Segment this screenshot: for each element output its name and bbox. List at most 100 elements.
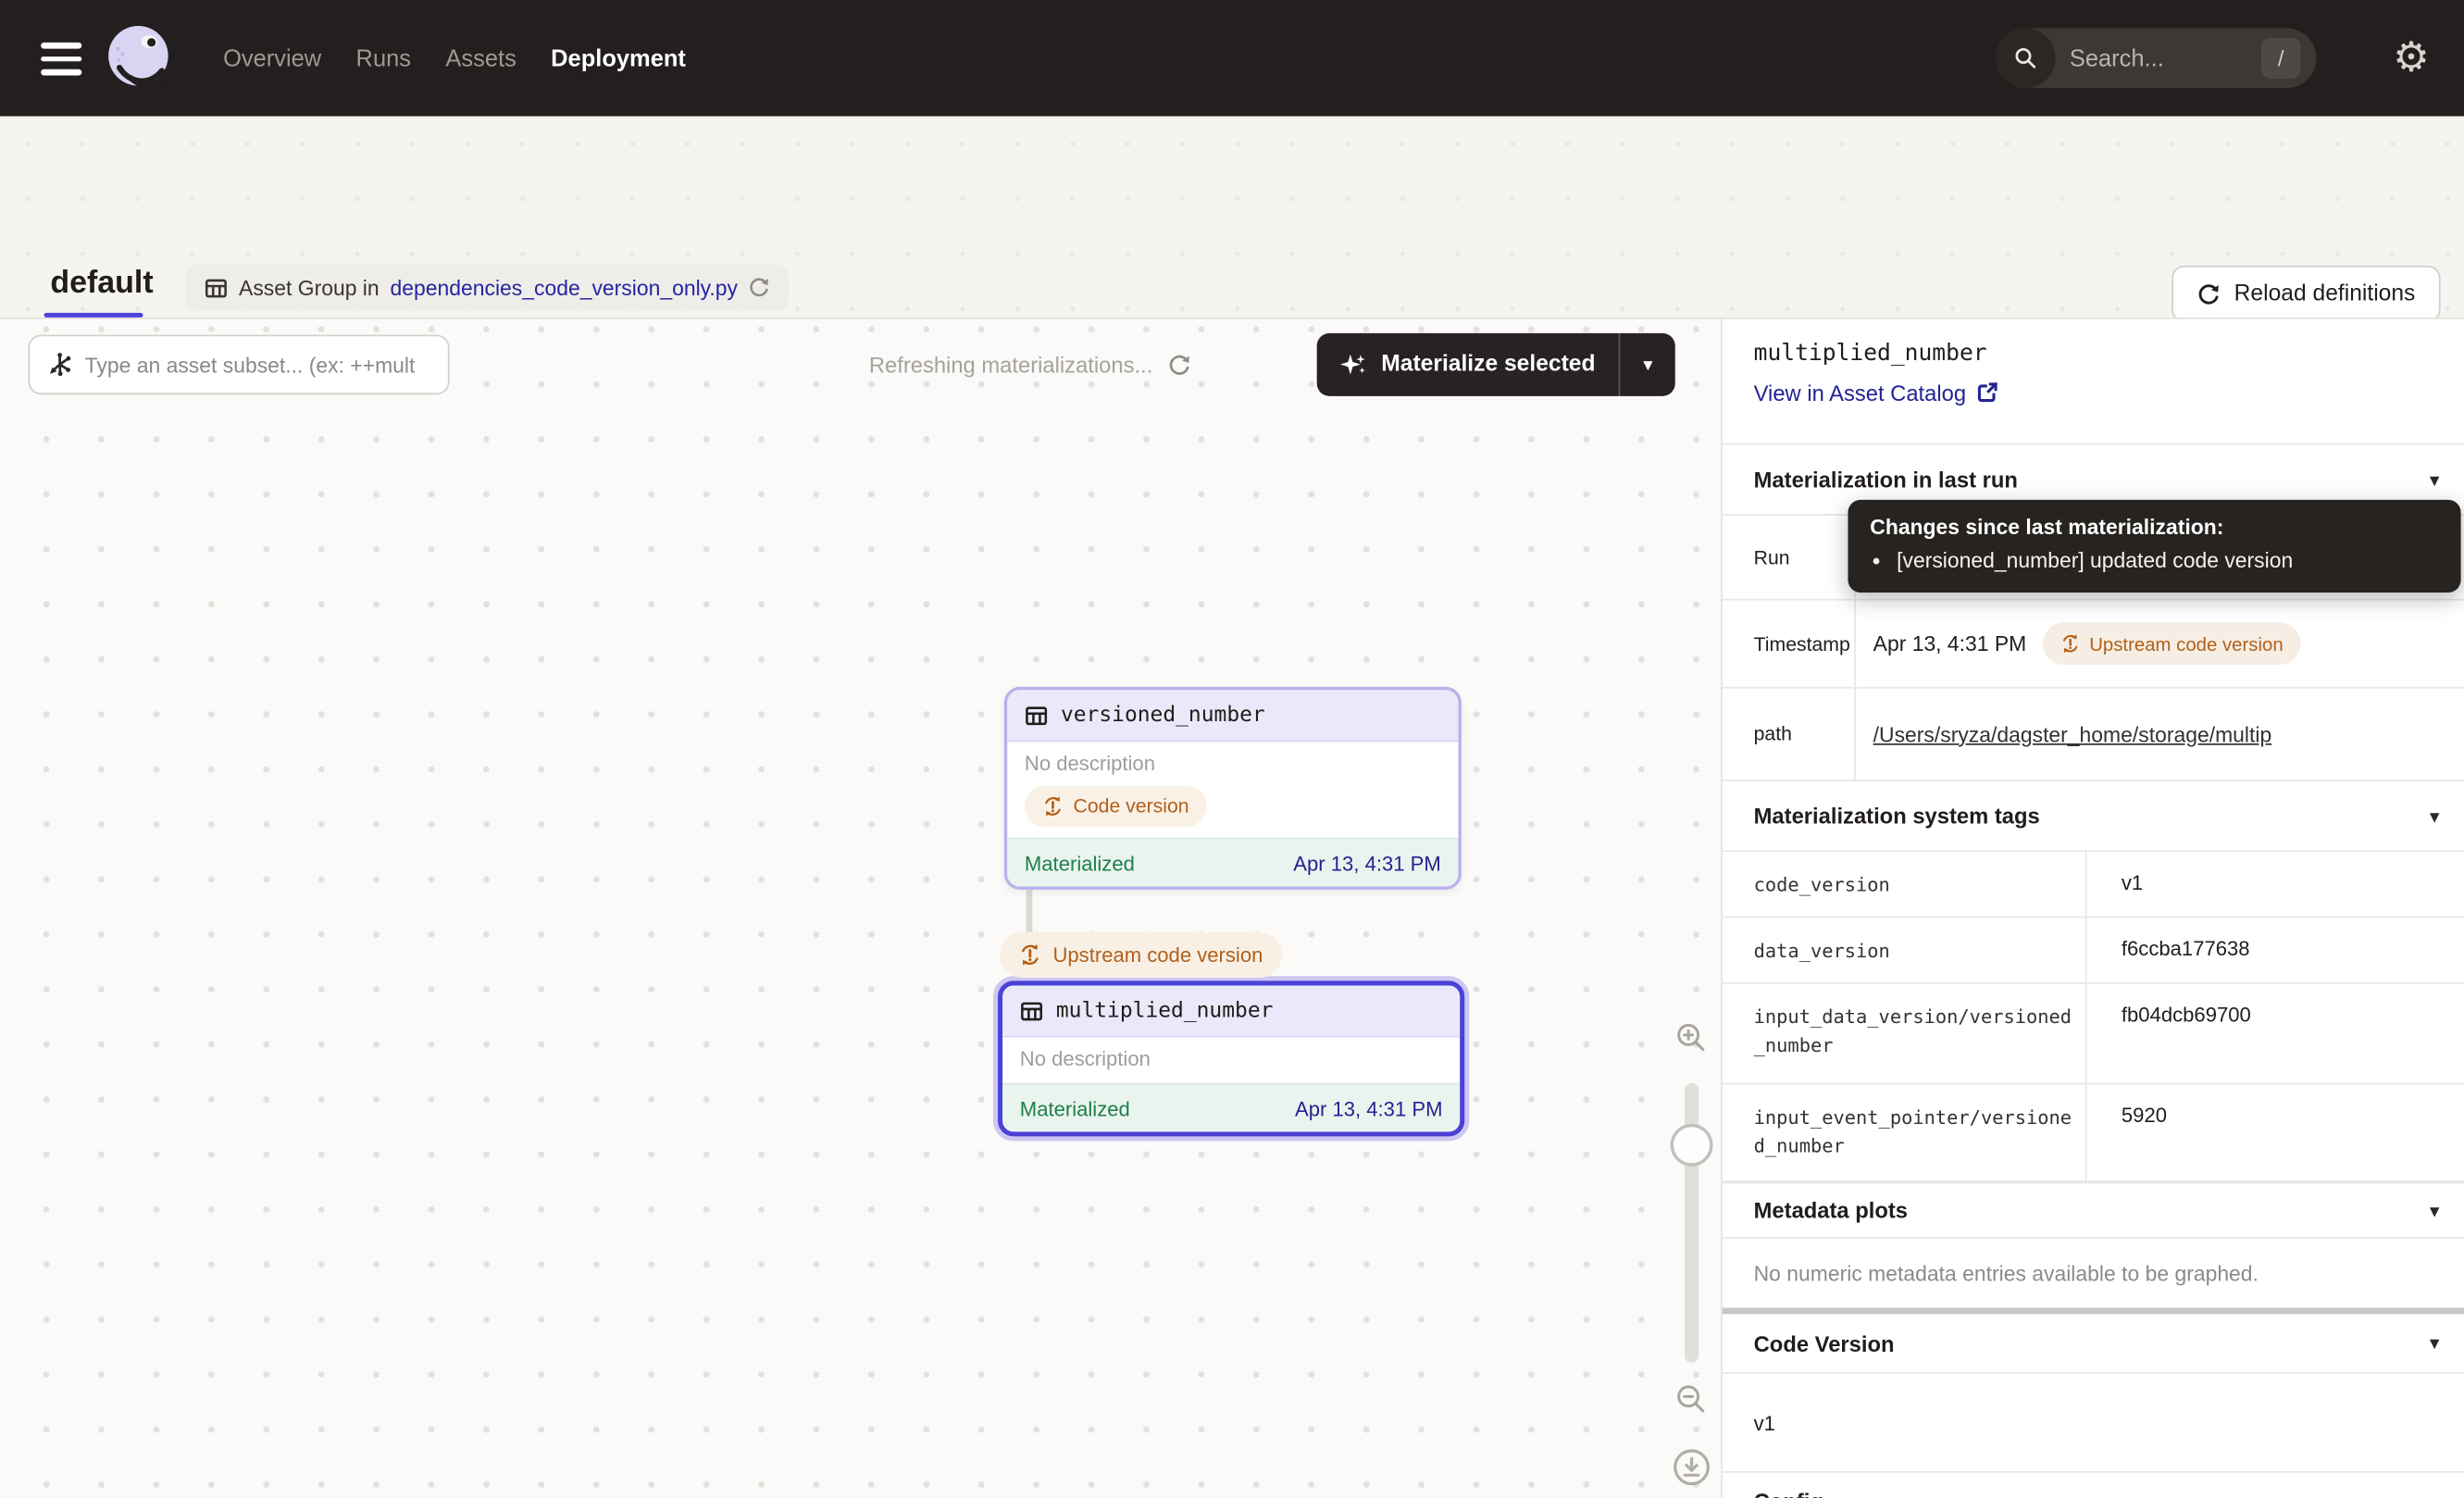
- asset-node-versioned-number[interactable]: versioned_number No description: [1004, 687, 1462, 890]
- tooltip-title: Changes since last materialization:: [1870, 516, 2439, 539]
- refreshing-status: Refreshing materializations...: [869, 335, 1190, 395]
- code-version-changed-icon: [1042, 795, 1064, 818]
- hamburger-menu-icon[interactable]: [41, 43, 81, 76]
- tooltip-item: [versioned_number] updated code version: [1897, 547, 2439, 576]
- tag-key: input_data_version/versioned_number: [1723, 984, 2087, 1083]
- chevron-down-icon: ▾: [1643, 354, 1652, 376]
- asset-group-badge: Asset Group in dependencies_code_version…: [185, 264, 790, 311]
- section-metadata-plots[interactable]: Metadata plots ▾: [1723, 1182, 2464, 1239]
- materialization-timestamp[interactable]: Apr 13, 4:31 PM: [1293, 851, 1441, 874]
- materialize-main[interactable]: Materialize selected: [1317, 333, 1619, 396]
- tag-value: 5920: [2087, 1084, 2464, 1127]
- chevron-down-icon: ▾: [2430, 1333, 2438, 1354]
- chevron-down-icon: ▾: [2430, 1200, 2438, 1220]
- download-image-icon[interactable]: [1672, 1448, 1711, 1487]
- global-search[interactable]: /: [1996, 29, 2316, 89]
- detail-label: path: [1723, 689, 1856, 780]
- materialize-label: Materialize selected: [1381, 352, 1595, 377]
- table-grid-icon: [205, 276, 228, 299]
- asset-node-multiplied-number[interactable]: multiplied_number No description Materia…: [998, 980, 1464, 1136]
- timestamp-value[interactable]: Apr 13, 4:31 PM: [1873, 631, 2027, 655]
- system-tag-row: input_data_version/versioned_number fb04…: [1723, 984, 2464, 1085]
- upstream-code-version-chip: Upstream code version: [2042, 622, 2300, 665]
- code-version-changed-icon: [2060, 633, 2080, 654]
- code-version-chip: Code version: [1025, 786, 1206, 827]
- view-in-asset-catalog-link[interactable]: View in Asset Catalog: [1754, 381, 1999, 406]
- zoom-in-icon[interactable]: [1674, 1020, 1708, 1055]
- asset-node-header: versioned_number: [1007, 690, 1458, 742]
- catalog-link-label: View in Asset Catalog: [1754, 381, 1966, 406]
- refreshing-label: Refreshing materializations...: [869, 352, 1152, 377]
- upstream-code-version-label: Upstream code version: [1052, 943, 1263, 967]
- detail-row-path: path /Users/sryza/dagster_home/storage/m…: [1723, 689, 2464, 780]
- detail-label: Run: [1723, 516, 1856, 599]
- section-config[interactable]: Config: [1723, 1471, 2464, 1498]
- selected-asset-title: multiplied_number: [1754, 341, 2433, 366]
- panel-divider: [1723, 1307, 2464, 1314]
- asset-name: versioned_number: [1061, 703, 1265, 728]
- detail-row-timestamp: Timestamp Apr 13, 4:31 PM: [1723, 601, 2464, 689]
- top-nav: Overview Runs Assets Deployment / ⚙: [0, 0, 2464, 117]
- tag-value: f6ccba177638: [2087, 918, 2464, 960]
- reload-definitions-label: Reload definitions: [2234, 281, 2416, 306]
- changes-since-last-materialization-tooltip: Changes since last materialization: [ver…: [1848, 500, 2460, 593]
- status-badge: Materialized: [1025, 851, 1135, 874]
- gear-icon[interactable]: ⚙: [2393, 33, 2430, 83]
- tag-key: code_version: [1723, 852, 2087, 917]
- materialize-selected-button[interactable]: Materialize selected ▾: [1317, 333, 1675, 396]
- chevron-down-icon: ▾: [2430, 469, 2438, 490]
- lineage-canvas[interactable]: Refreshing materializations...: [0, 319, 1721, 1498]
- dagster-app: Overview Runs Assets Deployment / ⚙ defa…: [0, 0, 2464, 1498]
- sparkle-icon: [1340, 351, 1367, 378]
- panel-header: multiplied_number View in Asset Catalog: [1723, 319, 2464, 443]
- nav-links: Overview Runs Assets Deployment: [223, 0, 686, 117]
- system-tag-row: data_version f6ccba177638: [1723, 918, 2464, 983]
- section-label: Config: [1754, 1489, 1823, 1498]
- tag-key: data_version: [1723, 918, 2087, 982]
- detail-label: Timestamp: [1723, 601, 1856, 687]
- system-tag-row: input_event_pointer/versioned_number 592…: [1723, 1084, 2464, 1181]
- search-shortcut-badge: /: [2261, 38, 2300, 79]
- asset-node-body: No description: [1002, 1037, 1460, 1082]
- zoom-out-icon[interactable]: [1674, 1381, 1708, 1416]
- status-badge: Materialized: [1020, 1096, 1130, 1119]
- search-input[interactable]: [2070, 44, 2227, 71]
- refresh-icon[interactable]: [1167, 353, 1190, 376]
- code-version-chip-label: Code version: [1074, 795, 1189, 818]
- asset-description: No description: [1020, 1045, 1443, 1072]
- asset-subset-filter[interactable]: [29, 335, 450, 395]
- section-label: Materialization in last run: [1754, 467, 2018, 492]
- asset-group-label: Asset Group in: [239, 276, 380, 299]
- asset-node-header: multiplied_number: [1002, 985, 1460, 1037]
- tooltip-list: [versioned_number] updated code version: [1870, 547, 2439, 576]
- code-version-changed-icon: [1018, 943, 1041, 967]
- section-label: Materialization system tags: [1754, 804, 2040, 829]
- table-grid-icon: [1025, 704, 1048, 727]
- page-title: default: [50, 266, 153, 302]
- zoom-slider-handle[interactable]: [1671, 1124, 1713, 1167]
- nav-item-runs[interactable]: Runs: [356, 44, 411, 71]
- reload-definitions-button[interactable]: Reload definitions: [2172, 266, 2441, 322]
- refresh-icon[interactable]: [749, 277, 771, 299]
- section-code-version[interactable]: Code Version ▾: [1723, 1314, 2464, 1374]
- asset-node-footer: Materialized Apr 13, 4:31 PM: [1002, 1083, 1460, 1132]
- nav-item-overview[interactable]: Overview: [223, 44, 321, 71]
- nav-item-assets[interactable]: Assets: [445, 44, 516, 71]
- table-grid-icon: [1020, 999, 1043, 1022]
- materialization-timestamp[interactable]: Apr 13, 4:31 PM: [1295, 1096, 1443, 1119]
- system-tag-row: code_version v1: [1723, 852, 2464, 918]
- dagster-logo-icon[interactable]: [101, 20, 176, 95]
- chevron-down-icon: ▾: [2430, 805, 2438, 826]
- section-materialization-system-tags[interactable]: Materialization system tags ▾: [1723, 780, 2464, 852]
- asset-subset-input[interactable]: [85, 353, 416, 376]
- materialize-dropdown-caret[interactable]: ▾: [1619, 333, 1675, 396]
- refresh-icon: [2196, 282, 2220, 306]
- path-link[interactable]: /Users/sryza/dagster_home/storage/multip: [1873, 722, 2272, 745]
- asset-details-panel: multiplied_number View in Asset Catalog …: [1721, 319, 2464, 1498]
- external-link-icon: [1977, 382, 1999, 405]
- asset-name: multiplied_number: [1056, 998, 1274, 1023]
- section-label: Code Version: [1754, 1330, 1895, 1355]
- page-header: default Asset Group in dependencies_code…: [0, 117, 2464, 318]
- asset-group-file-link[interactable]: dependencies_code_version_only.py: [391, 276, 738, 299]
- nav-item-deployment[interactable]: Deployment: [551, 44, 686, 71]
